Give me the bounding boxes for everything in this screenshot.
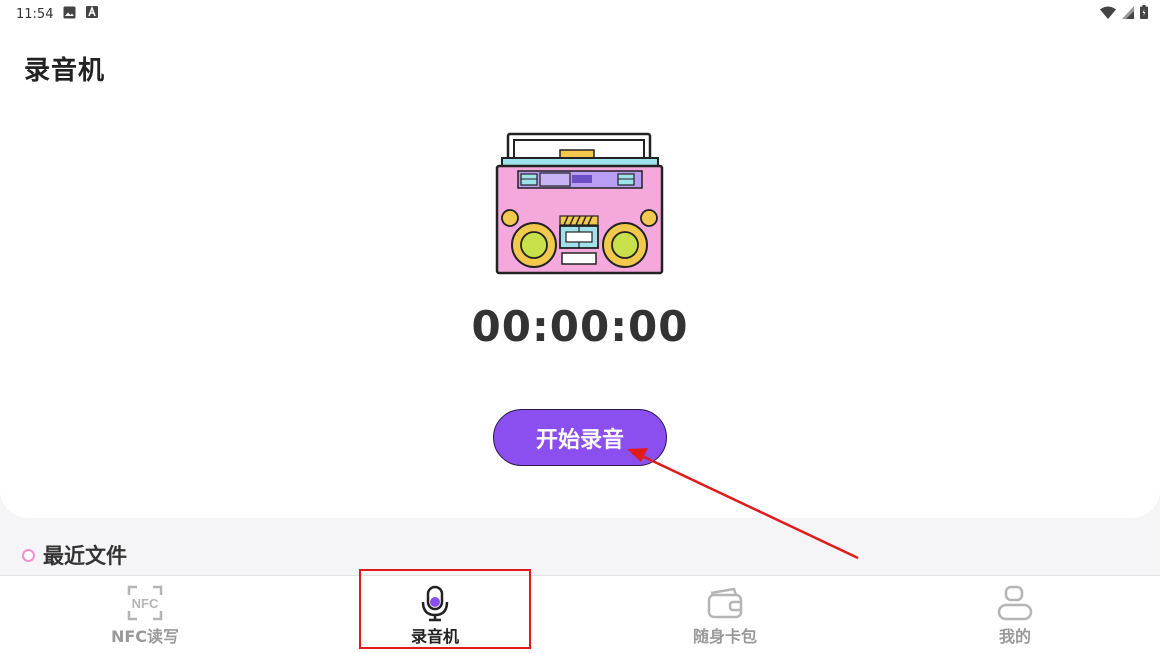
status-right xyxy=(1100,5,1148,23)
nav-item-me[interactable]: 我的 xyxy=(935,576,1095,650)
nav-label: NFC读写 xyxy=(110,627,180,646)
cell-signal-icon xyxy=(1122,5,1134,23)
image-icon xyxy=(63,6,76,23)
nav-label: 我的 xyxy=(998,627,1031,646)
wifi-icon xyxy=(1100,6,1116,23)
recording-timer: 00:00:00 xyxy=(471,302,689,351)
page-title: 录音机 xyxy=(24,56,106,86)
recent-files-header: 最近文件 xyxy=(22,540,127,570)
wallet-icon xyxy=(706,583,744,623)
a-notification-icon xyxy=(86,5,99,22)
status-time: 11:54 xyxy=(16,6,54,22)
bottom-nav: NFC NFC读写 录音机 随身卡包 我的 xyxy=(0,575,1160,653)
recent-files-title: 最近文件 xyxy=(43,544,127,568)
nav-label: 录音机 xyxy=(410,627,459,646)
circle-bullet-icon xyxy=(22,548,35,562)
boombox-icon xyxy=(494,132,666,282)
start-recording-button[interactable]: 开始录音 xyxy=(493,409,667,466)
microphone-icon xyxy=(419,583,451,623)
nav-label: 随身卡包 xyxy=(692,627,757,646)
nfc-icon: NFC xyxy=(126,583,164,623)
battery-icon xyxy=(1140,5,1148,23)
nav-item-recorder[interactable]: 录音机 xyxy=(355,576,515,650)
status-left: 11:54 xyxy=(16,5,99,23)
svg-text:NFC: NFC xyxy=(132,596,159,611)
status-bar: 11:54 xyxy=(0,0,1160,28)
nav-item-card-wallet[interactable]: 随身卡包 xyxy=(645,576,805,650)
person-icon xyxy=(996,583,1034,623)
nav-item-nfc[interactable]: NFC NFC读写 xyxy=(65,576,225,650)
recorder-card: 录音机 00:00:00 开始录音 xyxy=(0,28,1160,518)
